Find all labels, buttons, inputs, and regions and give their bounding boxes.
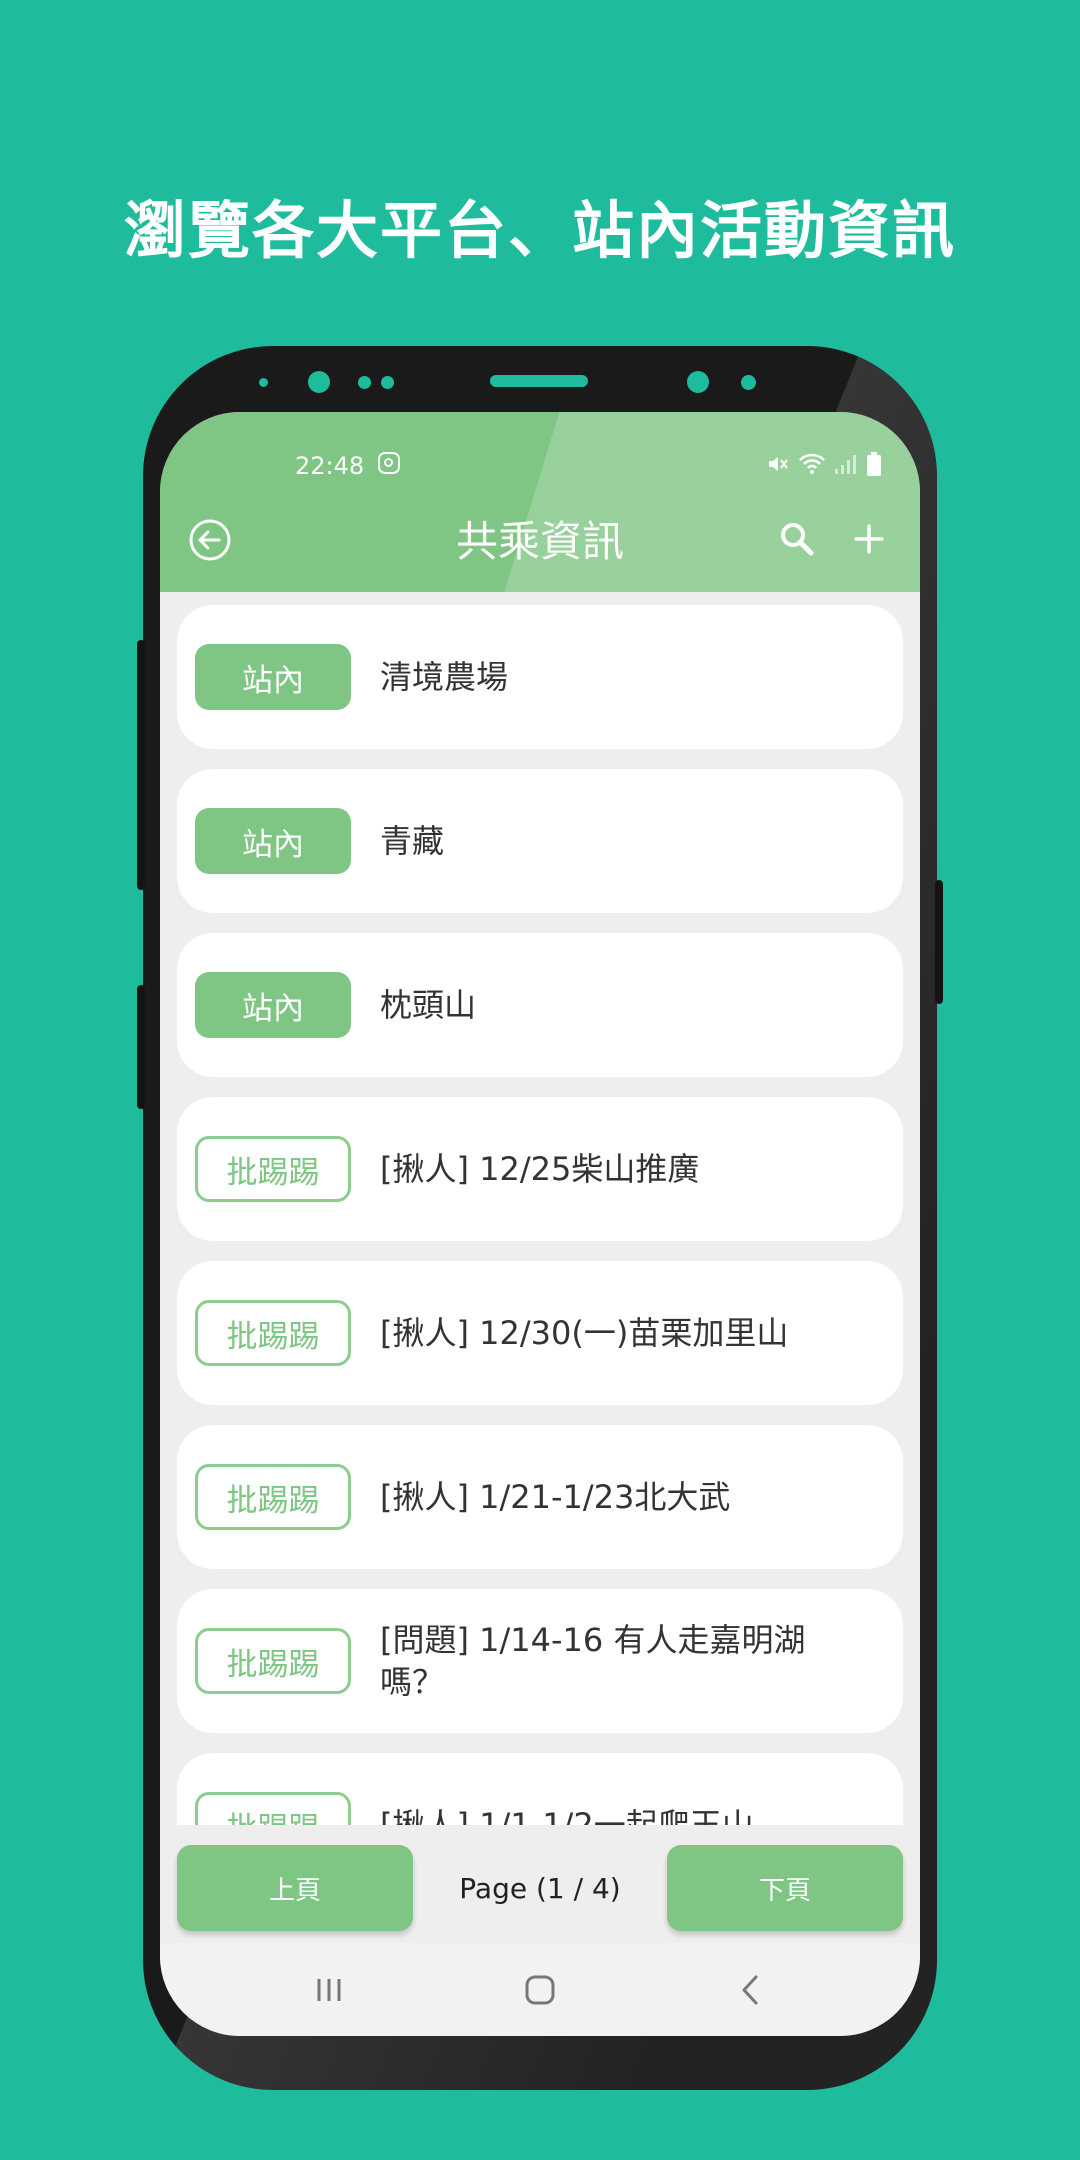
sensor-dot	[381, 376, 394, 389]
source-tag: 批踢踢	[195, 1628, 351, 1694]
pagination-bar: 上頁 Page (1 / 4) 下頁	[160, 1825, 920, 1943]
page-indicator: Page (1 / 4)	[459, 1871, 621, 1905]
source-tag: 站內	[195, 972, 351, 1038]
home-icon[interactable]	[515, 1965, 565, 2015]
mute-icon	[769, 457, 788, 471]
list-item[interactable]: 批踢踢 [揪人] 12/25柴山推廣	[177, 1097, 903, 1241]
promo-headline: 瀏覽各大平台、站內活動資訊	[123, 194, 956, 267]
phone-side-button	[935, 880, 943, 1004]
item-title: [揪人] 1/21-1/23北大武	[380, 1478, 731, 1516]
instagram-notification-icon	[378, 452, 400, 474]
wifi-icon	[799, 453, 825, 474]
list-item[interactable]: 批踢踢 [揪人] 1/21-1/23北大武	[177, 1425, 903, 1569]
item-title: 清境農場	[380, 658, 509, 696]
system-nav-bar	[160, 1943, 920, 2036]
next-page-button[interactable]: 下頁	[667, 1845, 903, 1931]
phone-side-button	[137, 640, 145, 890]
list-item[interactable]: 站內 青藏	[177, 769, 903, 913]
phone-screen: 22:48 共乘資訊 站內 清境農場 站內 青藏 站內 枕頭山 批踢踢 [揪人]…	[160, 412, 920, 2036]
status-time: 22:48	[295, 452, 365, 480]
list-item[interactable]: 批踢踢 [問題] 1/14-16 有人走嘉明湖嗎？	[177, 1589, 903, 1733]
source-tag: 批踢踢	[195, 1300, 351, 1366]
source-tag: 批踢踢	[195, 1136, 351, 1202]
list-item[interactable]: 批踢踢 [揪人] 1/1-1/2一起爬玉山	[177, 1753, 903, 1825]
source-tag: 批踢踢	[195, 1792, 351, 1825]
item-title: [問題] 1/14-16 有人走嘉明湖嗎？	[380, 1621, 806, 1701]
list-item[interactable]: 站內 枕頭山	[177, 933, 903, 1077]
source-tag: 批踢踢	[195, 1464, 351, 1530]
sensor-dot	[259, 378, 268, 387]
phone-side-button	[137, 985, 145, 1109]
source-tag: 站內	[195, 644, 351, 710]
battery-icon	[867, 452, 881, 476]
app-bar: 22:48 共乘資訊	[160, 412, 920, 592]
item-title: 青藏	[380, 822, 445, 860]
earpiece-speaker	[490, 375, 588, 387]
iris-scanner	[687, 371, 709, 393]
back-chevron-icon[interactable]	[726, 1965, 776, 2015]
sensor-dot	[358, 376, 371, 389]
signal-icon	[835, 455, 856, 474]
front-camera	[308, 371, 330, 393]
sensor-dot	[741, 375, 756, 390]
item-title: [揪人] 12/25柴山推廣	[380, 1150, 700, 1188]
search-icon[interactable]	[778, 520, 816, 558]
source-tag: 站內	[195, 808, 351, 874]
plus-icon[interactable]	[850, 520, 888, 558]
list-item[interactable]: 站內 清境農場	[177, 605, 903, 749]
recents-icon[interactable]	[304, 1965, 354, 2015]
status-icons	[766, 450, 882, 478]
carpool-list: 站內 清境農場 站內 青藏 站內 枕頭山 批踢踢 [揪人] 12/25柴山推廣 …	[177, 605, 903, 1825]
prev-page-button[interactable]: 上頁	[177, 1845, 413, 1931]
item-title: [揪人] 1/1-1/2一起爬玉山	[380, 1806, 754, 1825]
item-title: 枕頭山	[380, 986, 477, 1024]
list-item[interactable]: 批踢踢 [揪人] 12/30(一)苗栗加里山	[177, 1261, 903, 1405]
item-title: [揪人] 12/30(一)苗栗加里山	[380, 1314, 789, 1352]
